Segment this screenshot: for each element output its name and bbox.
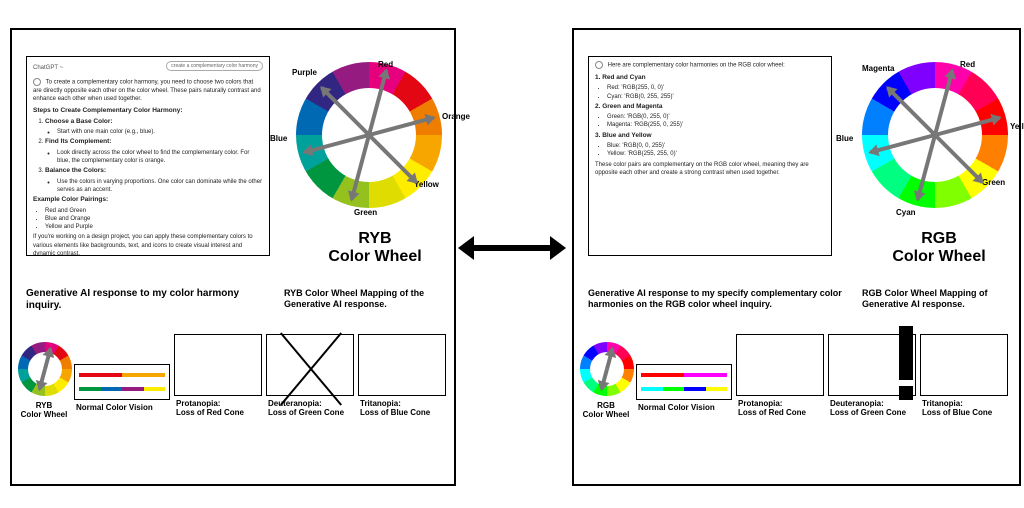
- thumb-trit-lbl: Tritanopia: Loss of Blue Cone: [360, 400, 430, 418]
- right-panel: Here are complementary color harmonies o…: [572, 28, 1021, 486]
- thumb-prot-lbl: Protanopia: Loss of Red Cone: [738, 400, 806, 418]
- rgb-chat-intro: Here are complementary color harmonies o…: [608, 63, 785, 69]
- exclamation-icon: [899, 326, 913, 400]
- compare-arrow-icon: [460, 236, 564, 260]
- rgb-l2b: Magenta: 'RGB(255, 0, 255)': [607, 121, 825, 129]
- ryb-wheel: Red Orange Yellow Green Blue Purple: [296, 62, 442, 208]
- thumb-tritanopia-right: [920, 334, 1008, 396]
- rgb-mini-wheel: [580, 342, 634, 396]
- step2-body: Look directly across the color wheel to …: [57, 149, 263, 165]
- thumb-protanopia-left: [174, 334, 262, 396]
- lbl-yellow: Yellow: [1010, 122, 1024, 131]
- pair-blue-orange: Blue and Orange: [45, 215, 263, 223]
- rgb-h1: 1. Red and Cyan: [595, 74, 646, 81]
- chat-app-name: ChatGPT ~: [33, 65, 63, 71]
- right-caption-2: RGB Color Wheel Mapping of Generative AI…: [862, 288, 1022, 310]
- lbl-magenta: Magenta: [862, 64, 894, 73]
- thumb-deut-lbl: Deuteranopia: Loss of Green Cone: [830, 400, 906, 418]
- lbl-green: Green: [354, 208, 377, 217]
- thumb-normal-lbl: Normal Color Vision: [76, 404, 153, 413]
- pair-red-green: Red and Green: [45, 207, 263, 215]
- right-caption-1: Generative AI response to my specify com…: [588, 288, 844, 310]
- left-panel: ChatGPT ~ create a complementary color h…: [10, 28, 456, 486]
- thumb-normal-lbl: Normal Color Vision: [638, 404, 715, 413]
- rgb-l2a: Green: 'RGB(0, 255, 0)': [607, 113, 825, 121]
- rgb-l1b: Cyan: 'RGB(0, 255, 255)': [607, 93, 825, 101]
- lbl-red: Red: [960, 60, 975, 69]
- ryb-wheel-title: RYB Color Wheel: [310, 230, 440, 265]
- lbl-blue: Blue: [836, 134, 853, 143]
- rgb-h2: 2. Green and Magenta: [595, 103, 663, 110]
- lbl-purple: Purple: [292, 68, 317, 77]
- left-caption-2: RYB Color Wheel Mapping of the Generativ…: [284, 288, 452, 310]
- left-caption-1: Generative AI response to my color harmo…: [26, 288, 268, 312]
- rgb-wheel: Red Yellow Green Cyan Blue Magenta: [862, 62, 1008, 208]
- chat-prompt-pill: create a complementary color harmony: [166, 61, 263, 71]
- thumb-normal-right: [636, 364, 732, 400]
- mini-wheel-label: RYB Color Wheel: [16, 402, 72, 420]
- step3-title: Balance the Colors:: [45, 167, 106, 174]
- ryb-chat-box: ChatGPT ~ create a complementary color h…: [26, 56, 270, 256]
- assistant-icon: [33, 78, 41, 86]
- mini-wheel-label: RGB Color Wheel: [578, 402, 634, 420]
- pairings-heading: Example Color Pairings:: [33, 196, 108, 203]
- rgb-l3b: Yellow: 'RGB(255, 255, 0)': [607, 150, 825, 158]
- lbl-orange: Orange: [442, 112, 470, 121]
- step3-body: Use the colors in varying proportions. O…: [57, 178, 263, 194]
- thumb-trit-lbl: Tritanopia: Loss of Blue Cone: [922, 400, 992, 418]
- thumb-protanopia-right: [736, 334, 824, 396]
- steps-heading: Steps to Create Complementary Color Harm…: [33, 107, 183, 114]
- chat-outro: If you're working on a design project, y…: [33, 234, 253, 256]
- step1-body: Start with one main color (e.g., blue).: [57, 128, 263, 136]
- rgb-chat-box: Here are complementary color harmonies o…: [588, 56, 832, 256]
- lbl-cyan: Cyan: [896, 208, 916, 217]
- step2-title: Find Its Complement:: [45, 138, 111, 145]
- rgb-wheel-title: RGB Color Wheel: [874, 230, 1004, 265]
- thumb-deuteranopia-left: [266, 334, 354, 396]
- chat-intro: To create a complementary color harmony,…: [33, 80, 261, 102]
- ryb-mini-wheel: [18, 342, 72, 396]
- thumb-deut-lbl: Deuteranopia: Loss of Green Cone: [268, 400, 344, 418]
- rgb-l3a: Blue: 'RGB(0, 0, 255)': [607, 142, 825, 150]
- thumb-tritanopia-left: [358, 334, 446, 396]
- chat-body: To create a complementary color harmony,…: [33, 78, 263, 256]
- lbl-blue: Blue: [270, 134, 287, 143]
- thumb-normal-left: [74, 364, 170, 400]
- step1-title: Choose a Base Color:: [45, 118, 113, 125]
- pair-yellow-purple: Yellow and Purple: [45, 223, 263, 231]
- thumb-prot-lbl: Protanopia: Loss of Red Cone: [176, 400, 244, 418]
- assistant-icon: [595, 61, 603, 69]
- figure-stage: ChatGPT ~ create a complementary color h…: [0, 0, 1024, 508]
- rgb-l1a: Red: 'RGB(255, 0, 0)': [607, 84, 825, 92]
- rgb-chat-outro: These color pairs are complementary on t…: [595, 162, 809, 176]
- rgb-h3: 3. Blue and Yellow: [595, 132, 652, 139]
